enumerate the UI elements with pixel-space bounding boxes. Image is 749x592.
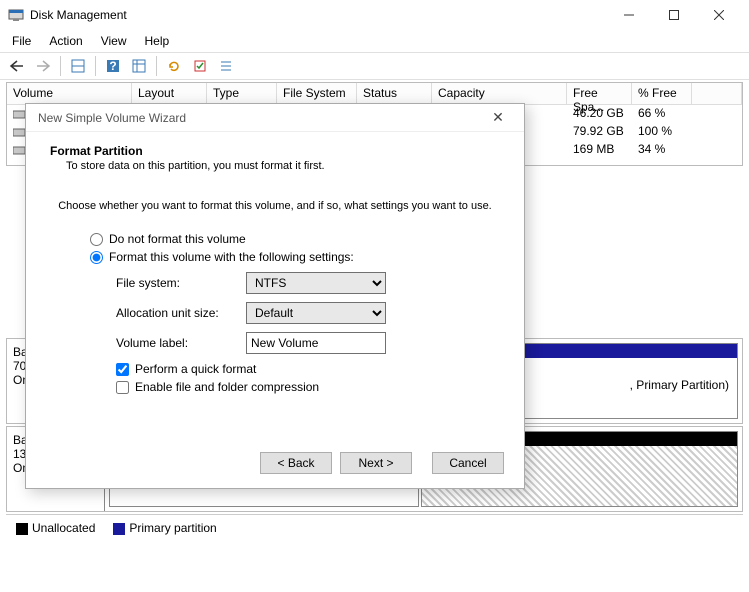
- cell-pct: 34 %: [632, 141, 692, 159]
- menu-file[interactable]: File: [4, 32, 39, 50]
- toolbar-separator: [156, 56, 157, 76]
- col-filesystem[interactable]: File System: [277, 83, 357, 105]
- close-button[interactable]: [696, 0, 741, 30]
- radio-no-format-label: Do not format this volume: [109, 232, 246, 246]
- checkbox-quick-format-input[interactable]: [116, 363, 129, 376]
- menubar: File Action View Help: [0, 30, 749, 52]
- select-allocation[interactable]: Default: [246, 302, 386, 324]
- radio-format-label: Format this volume with the following se…: [109, 250, 354, 264]
- radio-no-format[interactable]: Do not format this volume: [90, 232, 500, 246]
- select-filesystem[interactable]: NTFS: [246, 272, 386, 294]
- wizard-dialog: New Simple Volume Wizard ✕ Format Partit…: [25, 103, 525, 489]
- dialog-instruction: Choose whether you want to format this v…: [50, 200, 500, 212]
- cell-pct: 100 %: [632, 123, 692, 141]
- menu-help[interactable]: Help: [137, 32, 178, 50]
- cell-pct: 66 %: [632, 105, 692, 123]
- window-titlebar: Disk Management: [0, 0, 749, 30]
- back-button[interactable]: [6, 55, 28, 77]
- dialog-close-button[interactable]: ✕: [478, 109, 518, 126]
- col-type[interactable]: Type: [207, 83, 277, 105]
- legend-primary: Primary partition: [113, 521, 216, 535]
- svg-text:?: ?: [109, 59, 116, 73]
- help-button[interactable]: ?: [102, 55, 124, 77]
- swatch-blue: [113, 523, 125, 535]
- legend: Unallocated Primary partition: [6, 514, 743, 541]
- swatch-black: [16, 523, 28, 535]
- layout-button[interactable]: [128, 55, 150, 77]
- format-options: File system: NTFS Allocation unit size: …: [116, 268, 500, 358]
- refresh-button[interactable]: [163, 55, 185, 77]
- cell-free: 79.92 GB: [567, 123, 632, 141]
- col-capacity[interactable]: Capacity: [432, 83, 567, 105]
- views-button[interactable]: [67, 55, 89, 77]
- col-volume[interactable]: Volume: [7, 83, 132, 105]
- cell-free: 169 MB: [567, 141, 632, 159]
- col-pctfree[interactable]: % Free: [632, 83, 692, 105]
- dialog-subheading: To store data on this partition, you mus…: [66, 160, 500, 172]
- toolbar: ?: [0, 52, 749, 80]
- cancel-button[interactable]: Cancel: [432, 452, 504, 474]
- maximize-button[interactable]: [651, 0, 696, 30]
- legend-unallocated: Unallocated: [16, 521, 95, 535]
- col-layout[interactable]: Layout: [132, 83, 207, 105]
- label-allocation: Allocation unit size:: [116, 306, 246, 320]
- dialog-titlebar[interactable]: New Simple Volume Wizard ✕: [26, 104, 524, 132]
- settings-button[interactable]: [189, 55, 211, 77]
- app-icon: [8, 7, 24, 23]
- label-volume-label: Volume label:: [116, 336, 246, 350]
- next-button[interactable]: Next >: [340, 452, 412, 474]
- dialog-title: New Simple Volume Wizard: [38, 111, 478, 125]
- checkbox-compression[interactable]: Enable file and folder compression: [116, 380, 500, 394]
- radio-format-input[interactable]: [90, 251, 103, 264]
- col-freespace[interactable]: Free Spa...: [567, 83, 632, 105]
- back-button[interactable]: < Back: [260, 452, 332, 474]
- checkbox-quick-format[interactable]: Perform a quick format: [116, 362, 500, 376]
- radio-format[interactable]: Format this volume with the following se…: [90, 250, 500, 264]
- menu-view[interactable]: View: [93, 32, 135, 50]
- checkbox-quick-format-label: Perform a quick format: [135, 362, 256, 376]
- list-button[interactable]: [215, 55, 237, 77]
- checkbox-compression-label: Enable file and folder compression: [135, 380, 319, 394]
- input-volume-label[interactable]: [246, 332, 386, 354]
- dialog-heading: Format Partition: [50, 144, 500, 158]
- toolbar-separator: [95, 56, 96, 76]
- radio-no-format-input[interactable]: [90, 233, 103, 246]
- dialog-body: Format Partition To store data on this p…: [26, 132, 524, 406]
- volume-list-header: Volume Layout Type File System Status Ca…: [7, 83, 742, 105]
- checkbox-compression-input[interactable]: [116, 381, 129, 394]
- toolbar-separator: [60, 56, 61, 76]
- col-status[interactable]: Status: [357, 83, 432, 105]
- minimize-button[interactable]: [606, 0, 651, 30]
- dialog-button-row: < Back Next > Cancel: [260, 452, 504, 474]
- label-filesystem: File system:: [116, 276, 246, 290]
- window-title: Disk Management: [30, 8, 606, 22]
- forward-button[interactable]: [32, 55, 54, 77]
- menu-action[interactable]: Action: [41, 32, 90, 50]
- col-spacer: [692, 83, 742, 105]
